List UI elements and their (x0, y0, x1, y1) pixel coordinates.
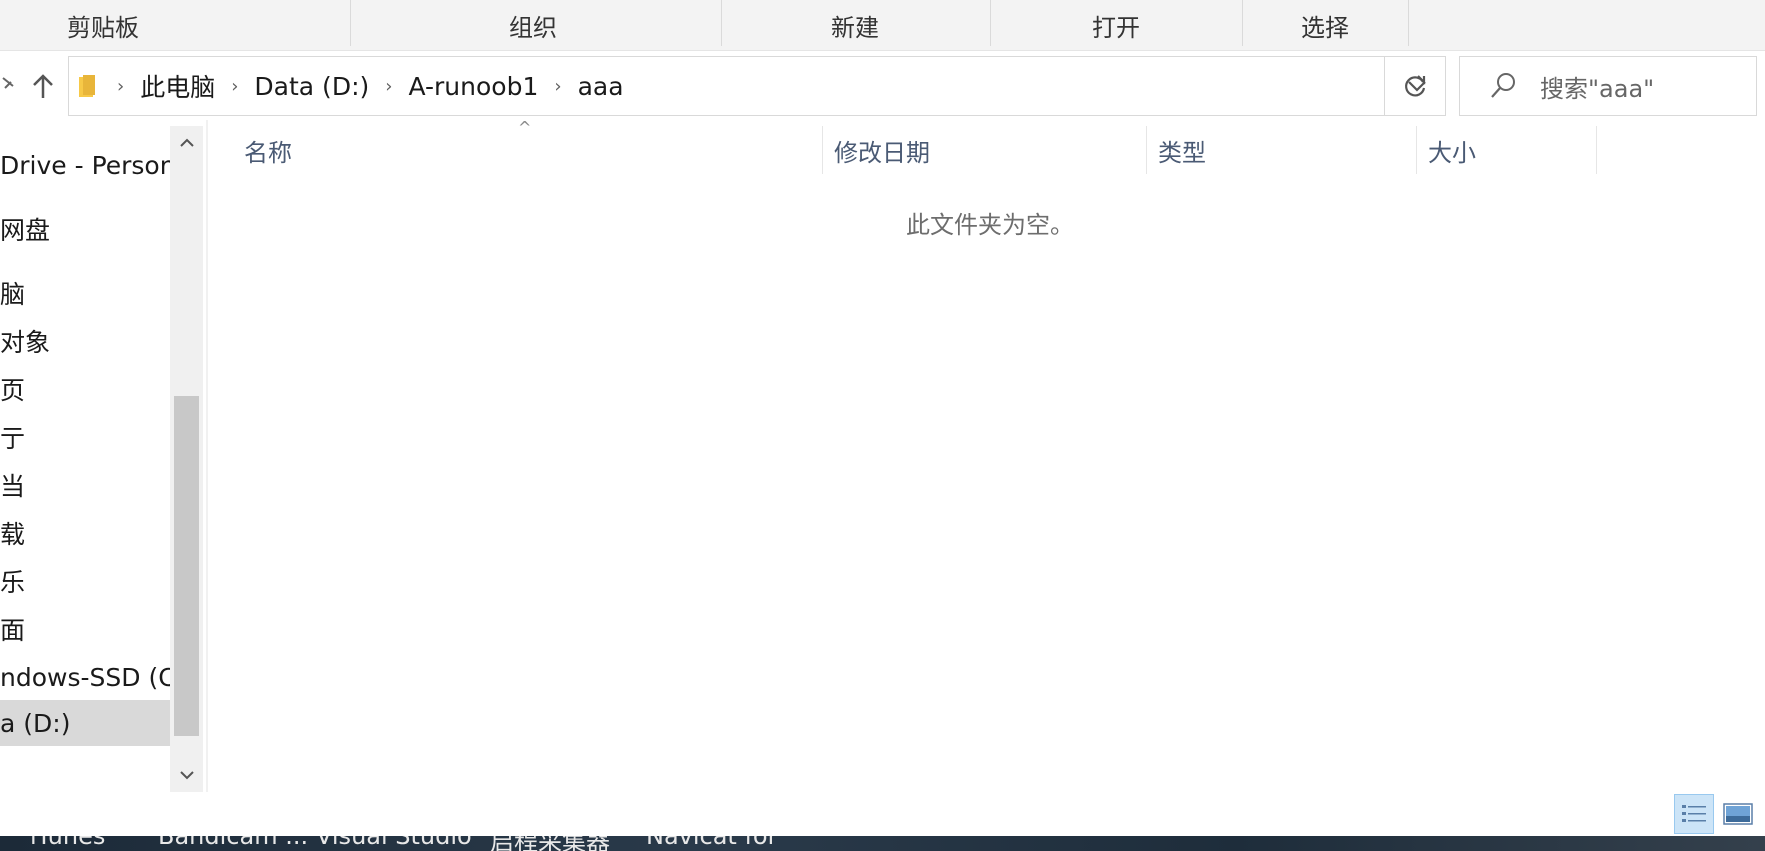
nav-item-cloud-drive[interactable]: 网盘 (0, 206, 170, 252)
details-view-button[interactable] (1674, 794, 1714, 834)
ribbon-group-open[interactable]: 打开 (990, 0, 1242, 50)
empty-folder-message: 此文件夹为空。 (906, 211, 1074, 239)
nav-item-data-drive[interactable]: a (D:) (0, 700, 170, 746)
nav-item-label: 亍 (0, 424, 26, 453)
refresh-button[interactable] (1384, 56, 1446, 116)
breadcrumb-separator-icon[interactable]: › (107, 76, 134, 97)
ribbon-group-organize[interactable]: 组织 (350, 0, 716, 50)
column-header-type[interactable]: 类型 (1158, 126, 1408, 174)
breadcrumb-a-runoob1[interactable]: A-runoob1 (402, 72, 544, 101)
taskbar-item-collector[interactable]: 启程采集器 (490, 836, 610, 851)
address-bar[interactable]: › 此电脑 › Data (D:) › A-runoob1 › aaa (68, 56, 1446, 116)
taskbar-item-navicat[interactable]: Navicat for (646, 836, 777, 850)
search-box[interactable]: 搜索"aaa" (1459, 56, 1757, 116)
nav-item-downloads[interactable]: 载 (0, 510, 170, 556)
ribbon-group-clipboard[interactable]: 剪贴板 (0, 0, 206, 50)
nav-item-music[interactable]: 乐 (0, 558, 170, 604)
nav-item-label: 载 (0, 520, 26, 549)
search-icon (1491, 73, 1515, 98)
refresh-icon (1405, 75, 1426, 97)
column-header-date-modified[interactable]: 修改日期 (834, 126, 1134, 174)
ribbon-separator (1408, 0, 1409, 46)
ribbon-group-new[interactable]: 新建 (721, 0, 989, 50)
nav-item-label: Drive - Persona (0, 150, 170, 180)
nav-item-label: 脑 (0, 280, 26, 309)
nav-item-label: 乐 (0, 568, 26, 597)
nav-item-videos[interactable]: 页 (0, 366, 170, 412)
nav-item-label: 面 (0, 616, 26, 645)
nav-item-pictures[interactable]: 亍 (0, 414, 170, 460)
breadcrumb: › 此电脑 › Data (D:) › A-runoob1 › aaa (75, 57, 630, 115)
large-icons-view-button[interactable] (1718, 794, 1758, 834)
chevron-up-icon (179, 138, 194, 147)
breadcrumb-separator-icon[interactable]: › (375, 76, 402, 97)
column-header-row: 名称 修改日期 类型 大小 (208, 126, 1765, 174)
large-icons-view-icon (1723, 803, 1753, 825)
navigation-pane: Drive - Persona 网盘 脑 对象 页 亍 当 载 乐 面 ndow… (0, 126, 170, 792)
up-arrow-icon (33, 74, 53, 98)
column-divider[interactable] (1146, 126, 1147, 174)
nav-item-desktop[interactable]: 面 (0, 606, 170, 652)
nav-item-this-pc[interactable]: 脑 (0, 270, 170, 316)
column-header-size[interactable]: 大小 (1428, 126, 1588, 174)
nav-item-label: 对象 (0, 328, 51, 357)
nav-item-label: ndows-SSD (C:) (0, 662, 170, 692)
breadcrumb-data-drive[interactable]: Data (D:) (248, 72, 375, 101)
search-input[interactable]: 搜索"aaa" (1540, 57, 1654, 115)
breadcrumb-aaa[interactable]: aaa (572, 72, 630, 101)
back-button[interactable] (0, 64, 16, 108)
taskbar: iTunes Bandicam ... Visual Studio 启程采集器 … (0, 836, 1765, 851)
breadcrumb-this-pc[interactable]: 此电脑 (134, 68, 221, 104)
nav-item-label: 页 (0, 376, 26, 405)
up-button[interactable] (26, 64, 60, 108)
column-divider[interactable] (822, 126, 823, 174)
folder-icon (79, 75, 95, 97)
nav-item-label: 网盘 (0, 216, 51, 245)
nav-item-onedrive[interactable]: Drive - Persona (0, 142, 170, 188)
taskbar-item-bandicam[interactable]: Bandicam ... (158, 836, 308, 850)
nav-item-windows-ssd[interactable]: ndows-SSD (C:) (0, 654, 170, 700)
chevron-down-icon (179, 771, 194, 780)
scrollbar-thumb[interactable] (174, 396, 199, 736)
breadcrumb-separator-icon[interactable]: › (221, 76, 248, 97)
chevron-left-icon (2, 77, 14, 89)
taskbar-item-visual-studio[interactable]: Visual Studio (316, 836, 472, 850)
nav-item-3d-objects[interactable]: 对象 (0, 318, 170, 364)
column-divider[interactable] (1596, 126, 1597, 174)
nav-item-label: a (D:) (0, 708, 71, 738)
column-header-name[interactable]: 名称 (244, 126, 814, 174)
breadcrumb-separator-icon[interactable]: › (544, 76, 571, 97)
column-divider[interactable] (1416, 126, 1417, 174)
details-view-icon (1682, 805, 1706, 822)
ribbon-group-select[interactable]: 选择 (1242, 0, 1408, 50)
pane-divider[interactable] (206, 120, 208, 792)
nav-item-documents[interactable]: 当 (0, 462, 170, 508)
scroll-up-button[interactable] (170, 126, 203, 160)
nav-item-label: 当 (0, 472, 26, 501)
scroll-down-button[interactable] (170, 758, 203, 792)
ribbon: 剪贴板 组织 新建 打开 选择 (0, 0, 1765, 51)
navigation-scrollbar[interactable] (170, 126, 203, 792)
taskbar-item-itunes[interactable]: iTunes (30, 836, 105, 850)
